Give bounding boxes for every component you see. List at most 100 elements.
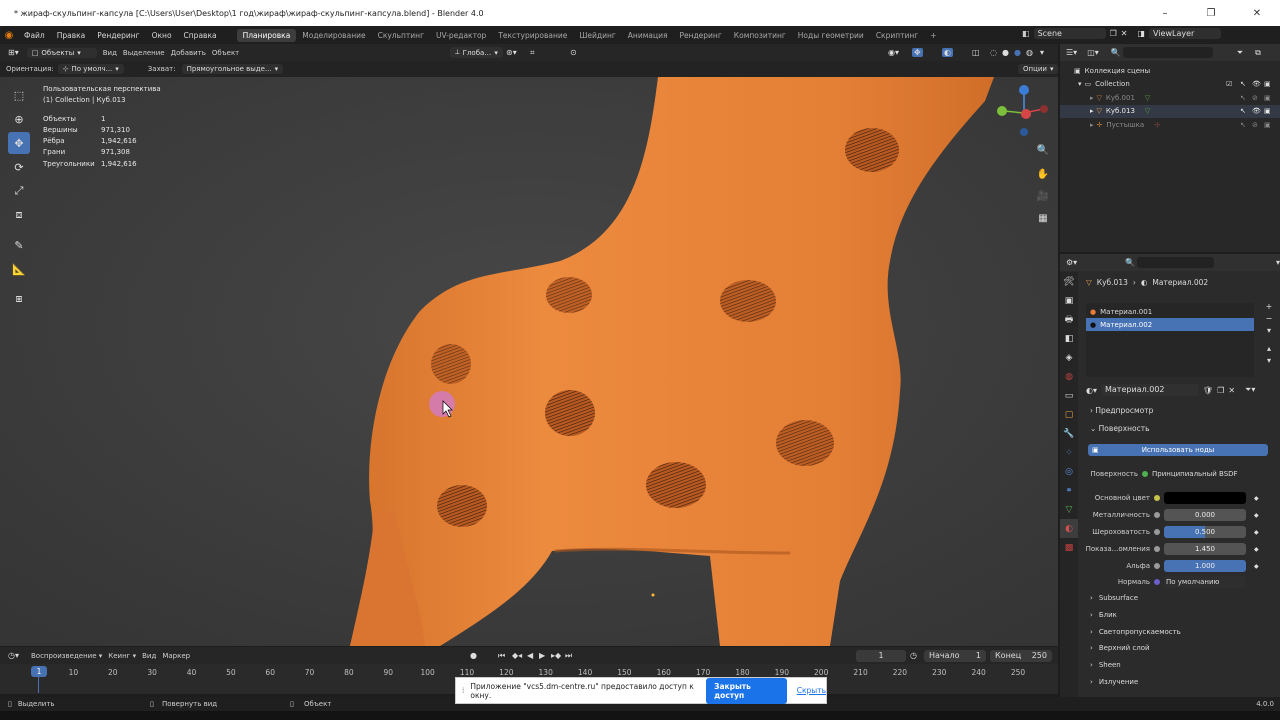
menu-window[interactable]: Окно xyxy=(146,31,178,40)
subpanel-subsurface[interactable]: › Subsurface xyxy=(1090,594,1138,602)
play-reverse-icon[interactable]: ◀ xyxy=(527,651,533,660)
xray-icon[interactable]: ◫ xyxy=(972,48,980,57)
camera-icon[interactable]: 🎥 xyxy=(1034,187,1052,205)
close-window-button[interactable]: ✕ xyxy=(1234,0,1280,26)
camera-render-icon[interactable]: ▣ xyxy=(1264,94,1271,102)
editor-type-icon[interactable]: ⊞▾ xyxy=(8,48,19,57)
play-icon[interactable]: ▶ xyxy=(539,651,545,660)
material-browse-icon[interactable]: ◐▾ xyxy=(1086,386,1097,395)
gizmo-toggle-icon[interactable]: ✥ xyxy=(912,48,923,57)
drag-handle-icon[interactable]: ⁞ xyxy=(462,686,464,695)
menu-edit[interactable]: Правка xyxy=(51,31,92,40)
data-tab-icon[interactable]: ▽ xyxy=(1060,500,1078,519)
properties-options-icon[interactable]: ▾ xyxy=(1276,258,1280,267)
expand-arrow-icon[interactable]: ▾ xyxy=(1078,80,1082,88)
options-dropdown[interactable]: Опции ▾ xyxy=(1018,64,1059,74)
remove-slot-button[interactable]: − xyxy=(1262,314,1276,326)
tab-modeling[interactable]: Моделирование xyxy=(296,29,371,42)
menu-add[interactable]: Добавить xyxy=(171,49,206,57)
material-slot-list[interactable]: ● Материал.001 ● Материал.002 xyxy=(1086,303,1254,377)
alpha-slider[interactable]: 1.000 xyxy=(1164,560,1246,572)
select-box-icon[interactable]: ⬚ xyxy=(8,84,30,106)
view-layer-icon[interactable]: ◨ xyxy=(1137,29,1145,38)
proportional-edit-icon[interactable]: ⊙ xyxy=(570,48,577,57)
outliner-row-object[interactable]: ▸ ▽ Куб.013 ▽ ↖ 👁 ▣ xyxy=(1060,104,1280,118)
unlink-material-icon[interactable]: ✕ xyxy=(1228,386,1235,395)
record-icon[interactable]: ● xyxy=(470,651,477,660)
slot-specials-icon[interactable]: ▾ xyxy=(1262,326,1276,344)
snap-icon[interactable]: ⌗ xyxy=(530,48,535,58)
material-slot[interactable]: ● Материал.002 xyxy=(1086,318,1254,331)
jump-start-icon[interactable]: ⏮ xyxy=(498,651,505,661)
select-arrow-icon[interactable]: ↖ xyxy=(1240,94,1246,102)
expand-arrow-icon[interactable]: ▸ xyxy=(1090,107,1094,115)
keyframe-dot-icon[interactable]: ◆ xyxy=(1254,495,1259,502)
measure-tool-icon[interactable]: 📐 xyxy=(8,258,30,280)
menu-view[interactable]: Вид xyxy=(103,49,117,57)
physics-tab-icon[interactable]: ◎ xyxy=(1060,462,1078,481)
render-tab-icon[interactable]: ▣ xyxy=(1060,291,1078,310)
timeline-editor-icon[interactable]: ◷▾ xyxy=(8,651,19,660)
pan-hand-icon[interactable]: ✋ xyxy=(1034,165,1052,183)
keyframe-dot-icon[interactable]: ◆ xyxy=(1254,529,1259,536)
tab-rendering[interactable]: Рендеринг xyxy=(673,29,727,42)
normal-field[interactable]: По умолчанию xyxy=(1164,576,1246,588)
visibility-icon[interactable]: ◉▾ xyxy=(888,48,899,57)
subpanel-specular[interactable]: › Блик xyxy=(1090,611,1117,619)
subpanel-emission[interactable]: › Излучение xyxy=(1090,678,1138,686)
outliner-row-object[interactable]: ▸ ✛ Пустышка ⊹ ↖ ⊘ ▣ xyxy=(1060,118,1280,132)
shading-wireframe-icon[interactable]: ◌ xyxy=(990,48,997,57)
overlay-toggle-icon[interactable]: ◐ xyxy=(942,48,953,57)
menu-object[interactable]: Объект xyxy=(212,49,239,57)
shading-solid-icon[interactable]: ● xyxy=(1002,48,1009,57)
properties-editor-icon[interactable]: ⚙▾ xyxy=(1066,258,1077,267)
zoom-icon[interactable]: 🔍 xyxy=(1034,141,1052,159)
base-color-swatch[interactable] xyxy=(1164,492,1246,504)
expand-arrow-icon[interactable]: ▸ xyxy=(1090,121,1094,129)
tab-texture-paint[interactable]: Текстурирование xyxy=(492,29,573,42)
menu-playback[interactable]: Воспроизведение ▾ xyxy=(31,652,102,660)
metallic-slider[interactable]: 0.000 xyxy=(1164,509,1246,521)
subpanel-sheen[interactable]: › Sheen xyxy=(1090,661,1121,669)
modifier-tab-icon[interactable]: 🔧 xyxy=(1060,424,1078,443)
menu-file[interactable]: Файл xyxy=(18,31,51,40)
maximize-button[interactable]: ❐ xyxy=(1188,0,1234,26)
constraints-tab-icon[interactable]: ⚭ xyxy=(1060,481,1078,500)
display-mode-icon[interactable]: ◫▾ xyxy=(1087,48,1099,57)
blender-logo-icon[interactable]: ◉ xyxy=(0,30,18,41)
keyframe-dot-icon[interactable]: ◆ xyxy=(1254,512,1259,519)
output-tab-icon[interactable]: 🖶 xyxy=(1060,310,1078,329)
view-layer-field[interactable]: ViewLayer xyxy=(1149,28,1221,39)
current-frame-field[interactable]: 1 xyxy=(856,649,906,662)
view-layer-tab-icon[interactable]: ◧ xyxy=(1060,329,1078,348)
jump-keyframe-back-icon[interactable]: ◆◂ xyxy=(512,651,522,660)
collection-tab-icon[interactable]: ▭ xyxy=(1060,386,1078,405)
outliner-editor-icon[interactable]: ☰▾ xyxy=(1066,48,1077,57)
tab-animation[interactable]: Анимация xyxy=(622,29,674,42)
rotate-tool-icon[interactable]: ⟳ xyxy=(8,156,30,178)
scene-icon[interactable]: ◧ xyxy=(1022,29,1030,38)
transform-orientation-dropdown[interactable]: ⟂ Глоба… ▾ xyxy=(450,47,503,58)
duplicate-material-icon[interactable]: ❐ xyxy=(1217,386,1224,395)
transform-tool-icon[interactable]: ⧈ xyxy=(8,204,30,226)
keyframe-dot-icon[interactable]: ◆ xyxy=(1254,546,1259,553)
tab-layout[interactable]: Планировка xyxy=(236,28,297,42)
material-tab-icon[interactable]: ◐ xyxy=(1060,519,1078,538)
scale-tool-icon[interactable]: ⤢ xyxy=(8,180,30,202)
preview-section[interactable]: › Предпросмотр xyxy=(1090,406,1153,415)
jump-end-icon[interactable]: ⏭ xyxy=(565,651,572,661)
menu-view[interactable]: Вид xyxy=(142,652,156,660)
move-up-icon[interactable]: ▴ xyxy=(1262,344,1276,356)
grid-perspective-icon[interactable]: ▦ xyxy=(1034,209,1052,227)
world-tab-icon[interactable]: ◍ xyxy=(1060,367,1078,386)
keyframe-dot-icon[interactable]: ◆ xyxy=(1254,563,1259,570)
end-frame-field[interactable]: Конец 250 xyxy=(990,649,1052,662)
move-down-icon[interactable]: ▾ xyxy=(1262,356,1276,368)
scene-tab-icon[interactable]: ◈ xyxy=(1060,348,1078,367)
ior-field[interactable]: 1.450 xyxy=(1164,543,1246,555)
eye-icon[interactable]: 👁 xyxy=(1252,107,1261,115)
subpanel-coat[interactable]: › Верхний слой xyxy=(1090,644,1150,652)
use-nodes-button[interactable]: ▣ Использовать ноды xyxy=(1088,444,1268,456)
add-slot-button[interactable]: + xyxy=(1262,302,1276,314)
material-name-field[interactable]: Материал.002 xyxy=(1101,384,1199,396)
